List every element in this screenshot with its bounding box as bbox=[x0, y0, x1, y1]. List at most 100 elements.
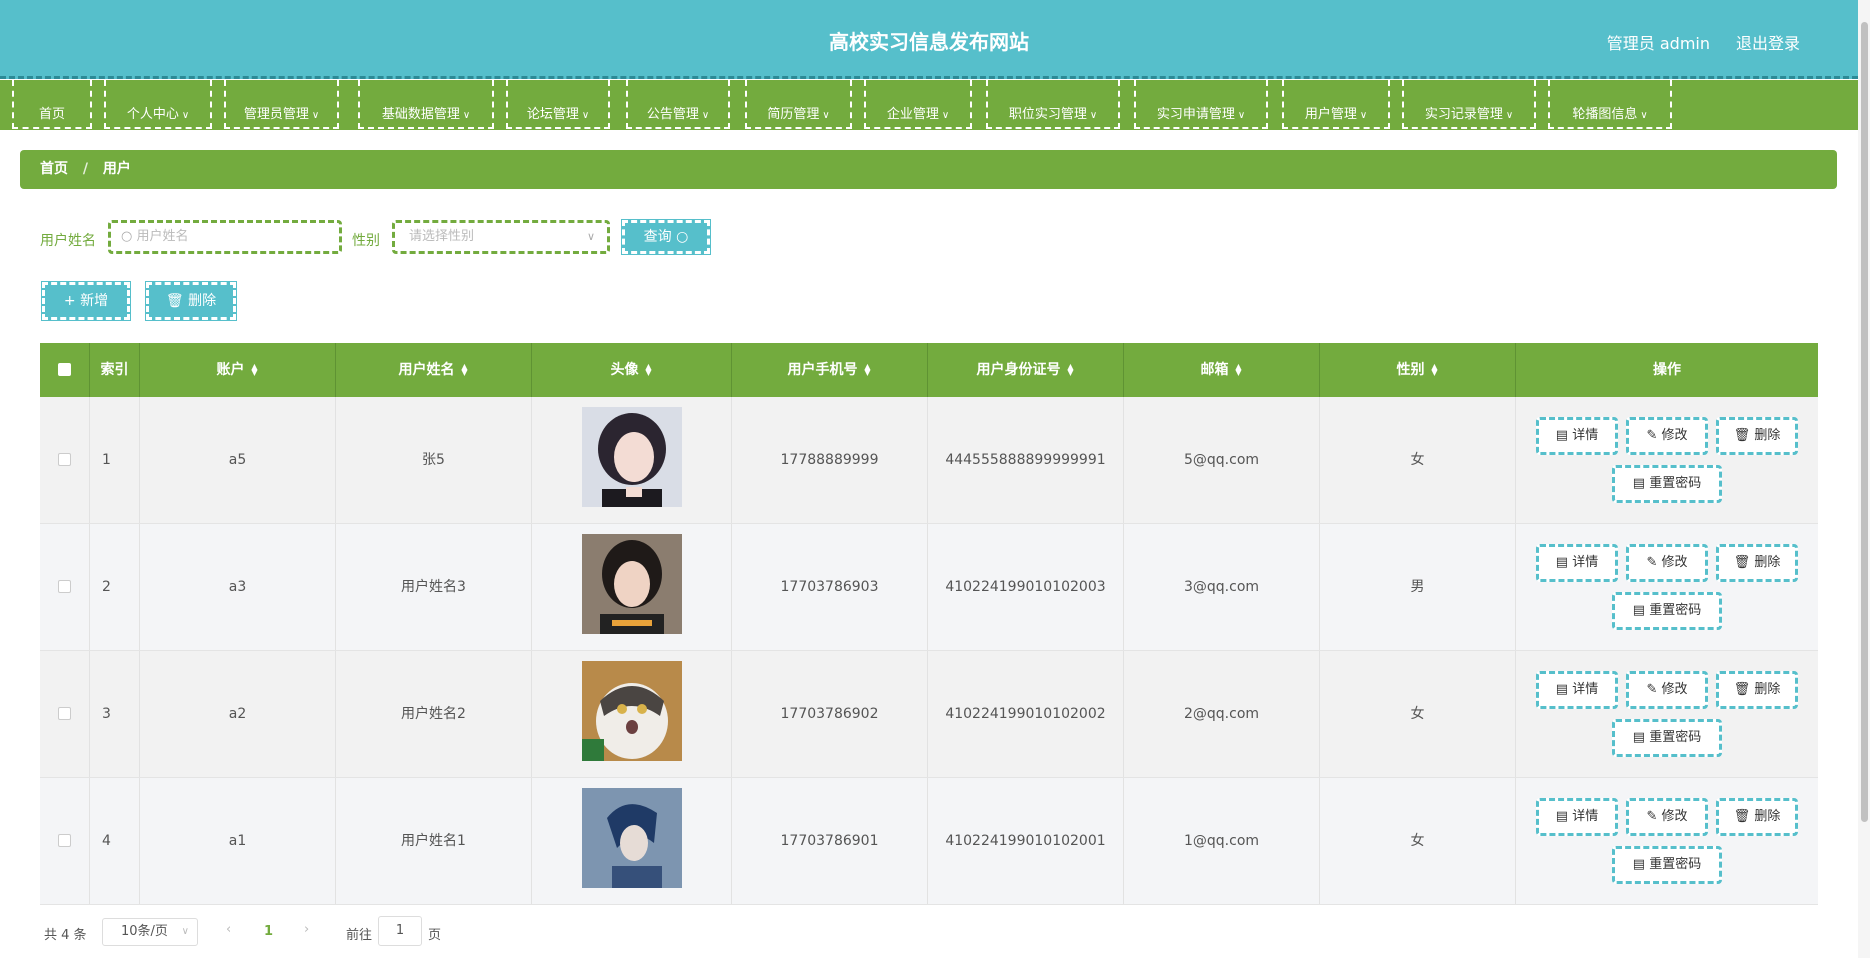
chevron-down-icon: ∨ bbox=[1359, 110, 1368, 121]
nav-item-users[interactable]: 用户管理 ∨ bbox=[1282, 80, 1390, 129]
col-index: 索引 bbox=[90, 343, 140, 397]
user-avatar[interactable] bbox=[582, 407, 682, 507]
nav-item-home[interactable]: 首页 bbox=[12, 80, 92, 129]
col-phone[interactable]: 用户手机号 ▲ ▼ bbox=[732, 343, 928, 397]
cell-phone: 17703786903 bbox=[732, 524, 928, 650]
col-name[interactable]: 用户姓名 ▲ ▼ bbox=[336, 343, 532, 397]
nav-label: 简历管理 bbox=[767, 107, 820, 122]
nav-item-basic-data[interactable]: 基础数据管理 ∨ bbox=[358, 80, 494, 129]
chevron-down-icon: ∨ bbox=[701, 110, 710, 121]
user-avatar[interactable] bbox=[582, 534, 682, 634]
query-label: 查询 bbox=[643, 229, 672, 245]
chevron-down-icon: ∨ bbox=[462, 110, 471, 121]
page-size-select[interactable]: 10条/页 ∨ bbox=[102, 918, 198, 946]
row-checkbox[interactable] bbox=[58, 580, 71, 593]
nav-item-apply[interactable]: 实习申请管理 ∨ bbox=[1134, 80, 1268, 129]
page-unit-label: 页 bbox=[428, 928, 442, 943]
table-row: 2 a3 用户姓名3 17703786903 41022419901010200… bbox=[40, 524, 1818, 651]
detail-button[interactable]: ▤ 详情 bbox=[1536, 544, 1618, 582]
cell-name: 用户姓名2 bbox=[336, 651, 532, 777]
col-gender[interactable]: 性别 ▲ ▼ bbox=[1320, 343, 1516, 397]
delete-button[interactable]: 🗑 删除 bbox=[1716, 544, 1798, 582]
nav-label: 实习申请管理 bbox=[1156, 107, 1235, 122]
edit-button[interactable]: ✎ 修改 bbox=[1626, 671, 1708, 709]
nav-item-admin[interactable]: 管理员管理 ∨ bbox=[224, 80, 339, 129]
nav-label: 职位实习管理 bbox=[1008, 107, 1087, 122]
breadcrumb-home[interactable]: 首页 bbox=[40, 150, 68, 189]
edit-button[interactable]: ✎ 修改 bbox=[1626, 544, 1708, 582]
delete-label: 删除 bbox=[188, 293, 217, 309]
select-all-checkbox[interactable] bbox=[58, 363, 71, 376]
col-label: 性别 bbox=[1396, 362, 1425, 378]
cell-phone: 17703786901 bbox=[732, 778, 928, 904]
col-avatar[interactable]: 头像 ▲ ▼ bbox=[532, 343, 732, 397]
user-avatar[interactable] bbox=[582, 788, 682, 888]
delete-button[interactable]: 🗑 删除 bbox=[1716, 671, 1798, 709]
detail-button[interactable]: ▤ 详情 bbox=[1536, 671, 1618, 709]
cell-email: 1@qq.com bbox=[1124, 778, 1320, 904]
chevron-down-icon: ∨ bbox=[822, 110, 830, 121]
edit-button[interactable]: ✎ 修改 bbox=[1626, 798, 1708, 836]
name-placeholder: 用户姓名 bbox=[136, 229, 189, 244]
breadcrumb-current: 用户 bbox=[102, 161, 131, 177]
chevron-down-icon: ∨ bbox=[1237, 110, 1246, 121]
current-page[interactable]: 1 bbox=[264, 924, 273, 939]
cell-operations: ▤ 详情 ✎ 修改 🗑 删除 ▤ 重置密码 bbox=[1516, 397, 1818, 523]
batch-delete-button[interactable]: 🗑 删除 bbox=[145, 281, 237, 321]
user-avatar[interactable] bbox=[582, 661, 682, 761]
nav-item-records[interactable]: 实习记录管理 ∨ bbox=[1402, 80, 1536, 129]
delete-label: 删除 bbox=[1754, 428, 1781, 443]
name-search-input[interactable]: ○ 用户姓名 bbox=[108, 220, 342, 254]
reset-password-button[interactable]: ▤ 重置密码 bbox=[1612, 592, 1722, 630]
nav-item-company[interactable]: 企业管理 ∨ bbox=[864, 80, 972, 129]
document-icon: ▤ bbox=[1555, 555, 1569, 570]
nav-item-notice[interactable]: 公告管理 ∨ bbox=[626, 80, 730, 129]
nav-item-forum[interactable]: 论坛管理 ∨ bbox=[506, 80, 610, 129]
row-checkbox[interactable] bbox=[58, 834, 71, 847]
reset-label: 重置密码 bbox=[1649, 603, 1702, 618]
prev-page-button[interactable]: ‹ bbox=[226, 922, 231, 937]
scrollbar-thumb[interactable] bbox=[1861, 22, 1868, 822]
chevron-down-icon: ∨ bbox=[941, 110, 950, 121]
edit-button[interactable]: ✎ 修改 bbox=[1626, 417, 1708, 455]
detail-button[interactable]: ▤ 详情 bbox=[1536, 417, 1618, 455]
select-all-cell bbox=[40, 343, 90, 397]
logout-link[interactable]: 退出登录 bbox=[1736, 30, 1800, 54]
col-account[interactable]: 账户 ▲ ▼ bbox=[140, 343, 336, 397]
query-button[interactable]: 查询 ○ bbox=[621, 219, 711, 255]
cell-email: 3@qq.com bbox=[1124, 524, 1320, 650]
cell-name: 用户姓名1 bbox=[336, 778, 532, 904]
add-button[interactable]: + 新增 bbox=[41, 281, 131, 321]
chevron-down-icon: ∨ bbox=[586, 230, 595, 243]
delete-button[interactable]: 🗑 删除 bbox=[1716, 798, 1798, 836]
goto-page-input[interactable]: 1 bbox=[378, 916, 422, 946]
nav-item-resume[interactable]: 简历管理 ∨ bbox=[745, 80, 852, 129]
row-select-cell bbox=[40, 397, 90, 523]
delete-button[interactable]: 🗑 删除 bbox=[1716, 417, 1798, 455]
nav-item-position[interactable]: 职位实习管理 ∨ bbox=[986, 80, 1120, 129]
sort-icon: ▲ ▼ bbox=[864, 362, 871, 377]
vertical-scrollbar[interactable] bbox=[1858, 0, 1870, 958]
document-icon: ▤ bbox=[1555, 809, 1569, 824]
detail-button[interactable]: ▤ 详情 bbox=[1536, 798, 1618, 836]
edit-label: 修改 bbox=[1661, 809, 1688, 824]
nav-label: 个人中心 bbox=[126, 107, 179, 122]
col-email[interactable]: 邮箱 ▲ ▼ bbox=[1124, 343, 1320, 397]
cell-index: 3 bbox=[90, 651, 140, 777]
reset-password-button[interactable]: ▤ 重置密码 bbox=[1612, 846, 1722, 884]
row-checkbox[interactable] bbox=[58, 707, 71, 720]
nav-label: 基础数据管理 bbox=[381, 107, 460, 122]
row-checkbox[interactable] bbox=[58, 453, 71, 466]
next-page-button[interactable]: › bbox=[304, 922, 309, 937]
row-select-cell bbox=[40, 651, 90, 777]
reset-password-button[interactable]: ▤ 重置密码 bbox=[1612, 719, 1722, 757]
reset-password-button[interactable]: ▤ 重置密码 bbox=[1612, 465, 1722, 503]
col-idcard[interactable]: 用户身份证号 ▲ ▼ bbox=[928, 343, 1124, 397]
pencil-icon: ✎ bbox=[1646, 682, 1658, 697]
gender-select[interactable]: 请选择性别 ∨ bbox=[392, 220, 610, 254]
trash-icon: 🗑 bbox=[1733, 555, 1751, 570]
nav-item-personal[interactable]: 个人中心 ∨ bbox=[104, 80, 212, 129]
trash-icon: 🗑 bbox=[165, 293, 184, 309]
cell-account: a1 bbox=[140, 778, 336, 904]
nav-item-carousel[interactable]: 轮播图信息 ∨ bbox=[1548, 80, 1672, 129]
